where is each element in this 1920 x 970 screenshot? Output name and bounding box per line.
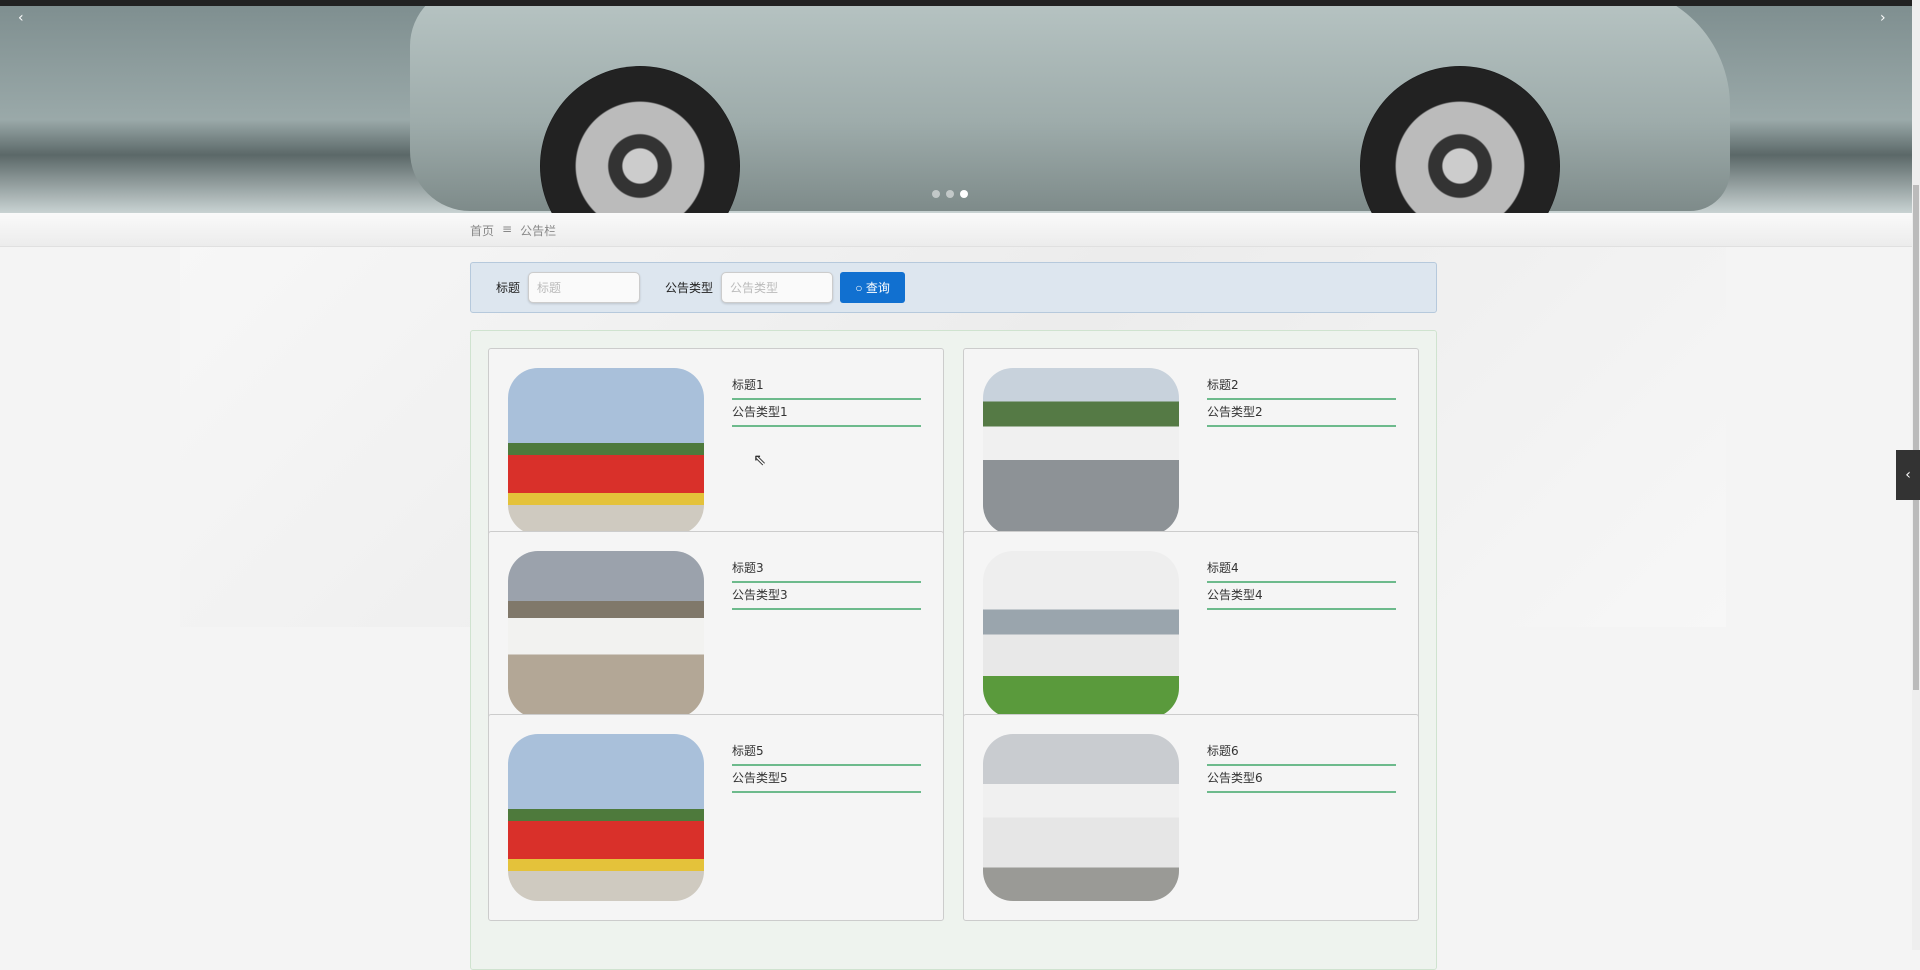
search-button[interactable]: ○ 查询 (840, 272, 906, 303)
notice-type: 公告类型4 (1207, 586, 1396, 610)
scrollbar-thumb[interactable] (1913, 185, 1919, 690)
notice-title[interactable]: 标题1 (732, 376, 921, 400)
notice-card[interactable]: 标题6 公告类型6 (963, 714, 1419, 921)
notice-type: 公告类型6 (1207, 769, 1396, 793)
breadcrumb-home[interactable]: 首页 (470, 222, 494, 239)
notice-card[interactable]: 标题1 公告类型1 (488, 348, 944, 555)
notice-list: 标题1 公告类型1 标题2 公告类型2 标题3 公告类型3 标题4 公告类型4 … (470, 330, 1437, 970)
breadcrumb-separator: ≡ (502, 222, 513, 236)
notice-title[interactable]: 标题2 (1207, 376, 1396, 400)
notice-image[interactable] (508, 551, 704, 718)
notice-card[interactable]: 标题2 公告类型2 (963, 348, 1419, 555)
banner-carousel[interactable]: ‹ › (0, 6, 1912, 213)
notice-type: 公告类型2 (1207, 403, 1396, 427)
title-label: 标题 (496, 281, 521, 295)
carousel-prev-button[interactable]: ‹ (18, 10, 24, 26)
notice-card[interactable]: 标题4 公告类型4 (963, 531, 1419, 738)
notice-title[interactable]: 标题6 (1207, 742, 1396, 766)
search-button-label: 查询 (865, 281, 890, 295)
notice-type: 公告类型3 (732, 586, 921, 610)
carousel-dot-active[interactable] (960, 190, 968, 198)
carousel-next-button[interactable]: › (1880, 10, 1886, 26)
carousel-dot[interactable] (932, 190, 940, 198)
mouse-cursor-icon: ⇖ (753, 450, 767, 469)
notice-card[interactable]: 标题3 公告类型3 (488, 531, 944, 738)
breadcrumb-current: 公告栏 (520, 224, 557, 238)
search-icon: ○ (855, 281, 866, 295)
notice-title[interactable]: 标题3 (732, 559, 921, 583)
notice-title[interactable]: 标题5 (732, 742, 921, 766)
type-input[interactable] (721, 272, 834, 303)
carousel-dot[interactable] (946, 190, 954, 198)
notice-image[interactable] (508, 734, 704, 901)
carousel-dots (932, 190, 968, 198)
side-panel-toggle[interactable]: ‹ (1896, 450, 1920, 500)
notice-type: 公告类型1 (732, 403, 921, 427)
notice-image[interactable] (983, 551, 1179, 718)
notice-title[interactable]: 标题4 (1207, 559, 1396, 583)
breadcrumb: 首页 ≡ 公告栏 (470, 222, 556, 239)
notice-image[interactable] (983, 734, 1179, 901)
notice-type: 公告类型5 (732, 769, 921, 793)
notice-card[interactable]: 标题5 公告类型5 (488, 714, 944, 921)
type-label: 公告类型 (665, 281, 714, 295)
notice-image[interactable] (983, 368, 1179, 535)
title-input[interactable] (528, 272, 641, 303)
breadcrumb-bar: 首页 ≡ 公告栏 (0, 213, 1912, 247)
notice-image[interactable] (508, 368, 704, 535)
search-bar: 标题 公告类型 ○ 查询 (470, 262, 1437, 313)
